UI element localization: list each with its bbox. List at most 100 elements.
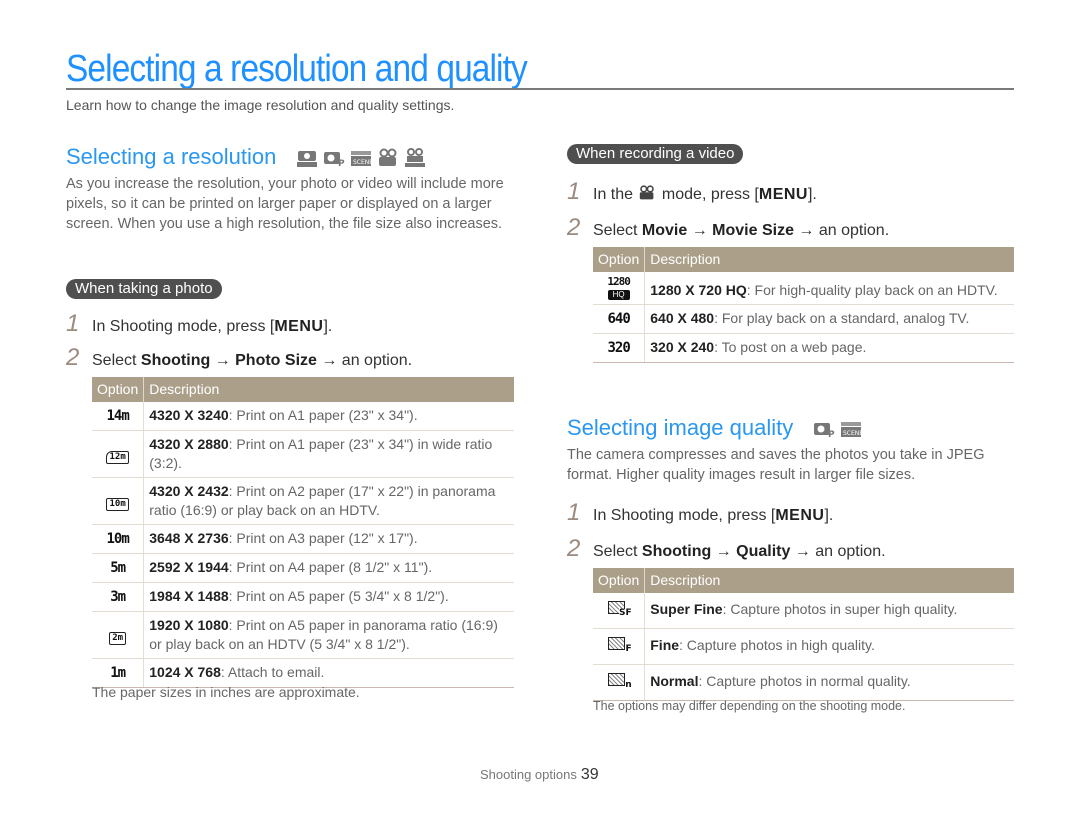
step-number: 1 <box>66 310 80 337</box>
step-text: Select <box>92 352 141 369</box>
14m-icon: 14m <box>106 408 129 424</box>
movie-size-value: 640 X 480 <box>650 310 715 326</box>
table-header-row: Option Description <box>593 247 1014 272</box>
3m-icon: 3m <box>110 589 126 605</box>
column-option: Option <box>593 247 646 272</box>
page-subtitle: Learn how to change the image resolution… <box>66 97 455 113</box>
resolution-desc: : Print on A1 paper (23" x 34"). <box>228 407 418 423</box>
menu-path-photo-size: Photo Size <box>235 352 317 369</box>
table-row: 320 320 X 240: To post on a web page. <box>593 333 1014 363</box>
step-number: 2 <box>66 344 80 371</box>
movie-size-desc: : To post on a web page. <box>714 339 867 355</box>
step-number: 2 <box>567 535 581 562</box>
resolution-value: 3648 X 2736 <box>149 530 229 546</box>
quality-value: Fine <box>650 637 680 653</box>
movie-size-desc: : For high-quality play back on an HDTV. <box>746 282 998 298</box>
arrow: → <box>711 543 737 560</box>
smart-movie-icon <box>405 148 426 168</box>
column-description: Description <box>644 568 1014 593</box>
quality-value: Normal <box>650 673 699 689</box>
table-row: SF Super Fine: Capture photos in super h… <box>593 593 1014 629</box>
quality-tag: SF <box>618 608 632 618</box>
quality-heading-text: Selecting image quality <box>567 415 794 440</box>
title-divider <box>66 88 1014 90</box>
table-row: 640 640 X 480: For play back on a standa… <box>593 304 1014 334</box>
step-text: ]. <box>824 507 834 524</box>
column-description: Description <box>143 377 514 402</box>
table-row: 10m 4320 X 2432: Print on A2 paper (17" … <box>92 477 514 525</box>
1280-hq-icon: 1280 <box>607 274 631 288</box>
quality-tag: F <box>625 644 632 654</box>
photo-size-table: Option Description 14m 4320 X 3240: Prin… <box>92 377 514 688</box>
1m-icon: 1m <box>110 665 126 681</box>
resolution-desc: : Print on A3 paper (12" x 17"). <box>228 530 418 546</box>
paper-size-note: The paper sizes in inches are approximat… <box>92 684 360 700</box>
video-step-2: 2 Select Movie → Movie Size → an option. <box>567 214 889 242</box>
resolution-desc: : Print on A4 paper (8 1/2" x 11"). <box>228 559 433 575</box>
movie-size-value: 1280 X 720 HQ <box>650 282 747 298</box>
photo-step-2: 2 Select Shooting → Photo Size → an optio… <box>66 344 412 372</box>
svg-text:SCENE: SCENE <box>843 430 862 437</box>
fine-icon: F <box>607 636 632 654</box>
resolution-value: 4320 X 3240 <box>149 407 229 423</box>
resolution-value: 4320 X 2432 <box>149 483 229 499</box>
normal-icon: n <box>607 672 632 690</box>
step-text: → an option. <box>793 222 890 239</box>
svg-text:P: P <box>828 430 835 439</box>
page-footer: Shooting options 39 <box>480 766 599 784</box>
menu-path-shooting: Shooting <box>140 352 211 369</box>
table-row: 12m 4320 X 2880: Print on A1 paper (23" … <box>92 430 514 478</box>
table-row: n Normal: Capture photos in normal quali… <box>593 664 1014 701</box>
program-icon: P <box>814 423 835 439</box>
step-text: In Shooting mode, press [ <box>92 318 275 335</box>
320-icon: 320 <box>607 340 630 356</box>
10m-icon: 10m <box>106 531 129 547</box>
resolution-mode-icons: P SCENE <box>296 148 426 168</box>
quality-table: Option Description SF Super Fine: Captur… <box>593 568 1014 701</box>
column-option: Option <box>593 568 646 593</box>
menu-key: MENU <box>775 507 825 524</box>
menu-path-quality: Quality <box>736 543 791 560</box>
quality-desc: : Capture photos in normal quality. <box>698 673 911 689</box>
video-step-1: 1 In the mode, press [MENU]. <box>567 178 817 206</box>
step-text: mode, press [ <box>657 186 759 203</box>
table-row: 1280 HQ 1280 X 720 HQ: For high-quality p… <box>593 272 1014 305</box>
resolution-value: 1920 X 1080 <box>149 617 229 633</box>
smart-auto-icon <box>297 151 318 168</box>
2m-panorama-icon: 2m <box>109 631 127 645</box>
step-text: ]. <box>323 318 333 335</box>
quality-step-1: 1 In Shooting mode, press [MENU]. <box>567 499 833 527</box>
5m-icon: 5m <box>110 560 126 576</box>
column-option: Option <box>92 377 145 402</box>
640-icon: 640 <box>607 311 630 327</box>
10m-panorama-icon: 10m <box>106 497 129 511</box>
quality-tag: n <box>625 680 632 690</box>
step-text: → an option. <box>790 543 886 560</box>
table-row: 2m 1920 X 1080: Print on A5 paper in pan… <box>92 611 514 659</box>
resolution-value: 2592 X 1944 <box>149 559 229 575</box>
movie-icon <box>379 148 397 167</box>
super-fine-icon: SF <box>607 600 632 618</box>
step-text: In Shooting mode, press [ <box>593 507 776 524</box>
resolution-desc: : Attach to email. <box>220 664 325 680</box>
resolution-value: 4320 X 2880 <box>149 436 229 452</box>
photo-section-label: When taking a photo <box>66 279 222 299</box>
quality-heading: Selecting image quality P SCENE <box>567 415 862 441</box>
resolution-value: 1984 X 1488 <box>149 588 229 604</box>
video-section-label: When recording a video <box>567 144 744 164</box>
column-description: Description <box>644 247 1014 272</box>
table-header-row: Option Description <box>92 377 514 402</box>
resolution-intro: As you increase the resolution, your pho… <box>66 176 504 232</box>
arrow: → <box>687 222 713 239</box>
movie-mode-icon <box>640 185 655 200</box>
menu-key: MENU <box>758 186 808 203</box>
step-text: ]. <box>807 186 817 203</box>
table-row: 10m 3648 X 2736: Print on A3 paper (12" … <box>92 524 514 554</box>
svg-text:P: P <box>338 159 345 168</box>
quality-step-2: 2 Select Shooting → Quality → an option. <box>567 535 886 563</box>
movie-size-value: 320 X 240 <box>650 339 715 355</box>
quality-desc: : Capture photos in high quality. <box>679 637 875 653</box>
step-text: Select <box>593 543 642 560</box>
movie-size-table: Option Description 1280 HQ 1280 X 720 HQ:… <box>593 247 1014 363</box>
quality-value: Super Fine <box>650 601 723 617</box>
